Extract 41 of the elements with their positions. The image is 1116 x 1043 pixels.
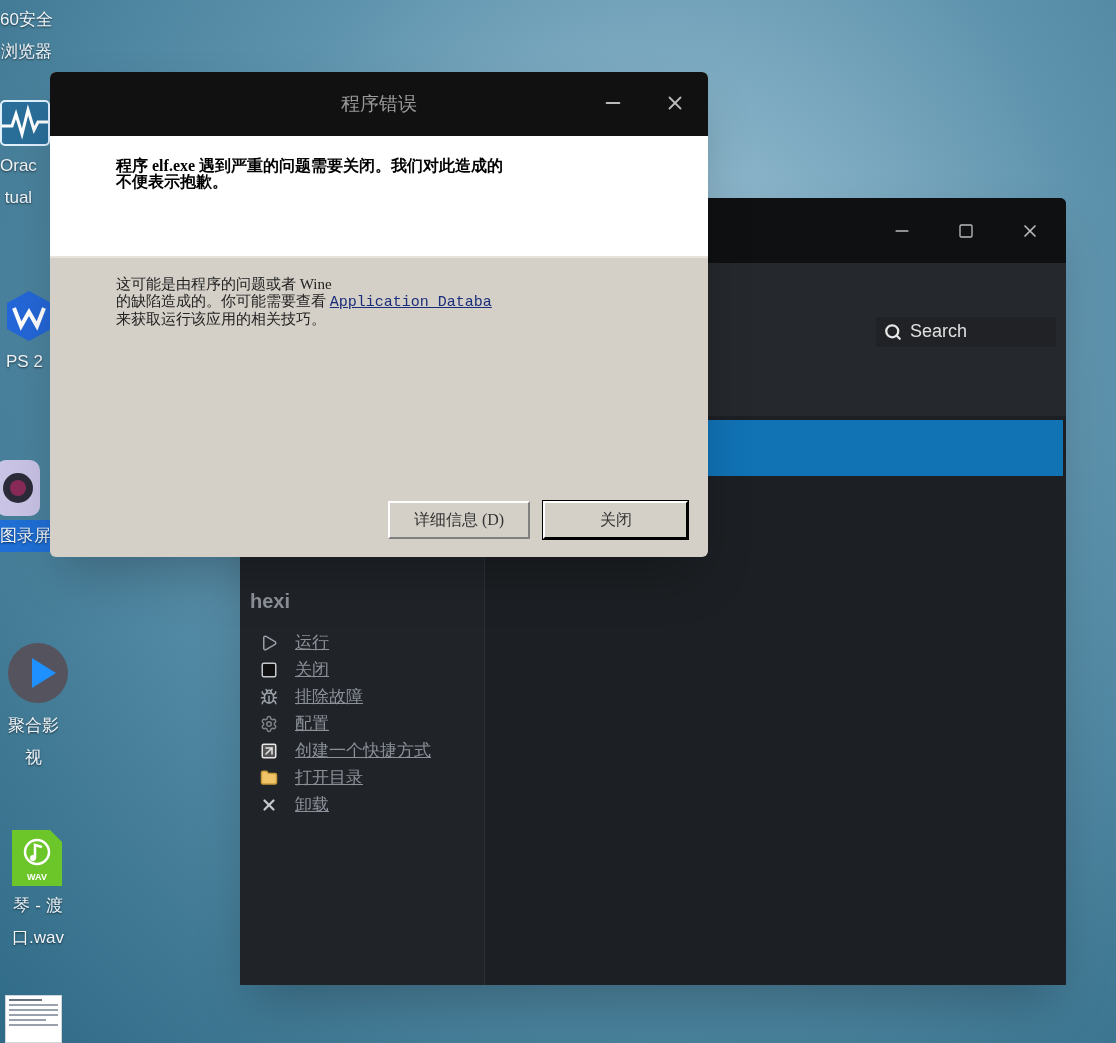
maximize-icon[interactable] (958, 222, 974, 239)
details-text: 这可能是由程序的问题或者 Wine 的缺陷造成的。你可能需要查看 Application Databa 来获取运行该应用的相关技巧。 (116, 276, 493, 328)
gear-icon (260, 715, 278, 733)
folder-icon (260, 769, 278, 787)
dialog-button[interactable]: 详细信息 (D) (388, 501, 530, 539)
camera-icon[interactable] (0, 460, 40, 516)
w-logo-icon[interactable] (6, 290, 52, 342)
action-link[interactable]: 运行 (295, 630, 329, 656)
document-thumbnail[interactable] (5, 995, 62, 1043)
desktop-icon-label: PS 2 (6, 351, 43, 373)
desktop-icon-label: 聚合影 (8, 715, 59, 737)
music-note-icon (23, 838, 51, 866)
desktop-icon-label: 浏览器 (0, 41, 52, 63)
action-link[interactable]: 配置 (295, 711, 329, 737)
action-link[interactable]: 创建一个快捷方式 (295, 738, 431, 764)
play-icon (260, 634, 278, 652)
action-link[interactable]: 打开目录 (295, 765, 363, 791)
desktop-icon-label: 琴 - 渡 (13, 895, 63, 917)
dialog-button[interactable]: 关闭 (543, 501, 688, 539)
error-message-line: 程序 elf.exe 遇到严重的问题需要关闭。我们对此造成的 (116, 158, 505, 174)
desktop-icon-label: Orac (0, 155, 37, 177)
stop-icon (260, 661, 278, 679)
file-type-label: WAV (27, 872, 47, 882)
prefix-name: hexi (250, 589, 292, 614)
action-link[interactable]: 卸载 (295, 792, 329, 818)
desktop-icon-label: tual (4, 187, 33, 209)
action-link[interactable]: 关闭 (295, 657, 329, 683)
waveform-icon[interactable] (0, 100, 50, 146)
database-link[interactable]: Application Databa (329, 294, 492, 311)
cross-icon (260, 796, 278, 814)
desktop-icon-label: 图录屏 (0, 525, 51, 547)
search-icon (884, 322, 902, 341)
dialog-title: 程序错误 (341, 91, 417, 116)
bug-icon (260, 688, 278, 706)
desktop-icon-label: 视 (25, 747, 42, 769)
search-placeholder: Search (910, 320, 968, 343)
desktop-icon-label: 60安全 (0, 9, 53, 31)
action-link[interactable]: 排除故障 (295, 684, 363, 710)
error-message-line: 不便表示抱歉。 (116, 174, 228, 190)
desktop-icon-label: 口.wav (12, 927, 64, 949)
search-field[interactable]: Search (876, 316, 1056, 347)
